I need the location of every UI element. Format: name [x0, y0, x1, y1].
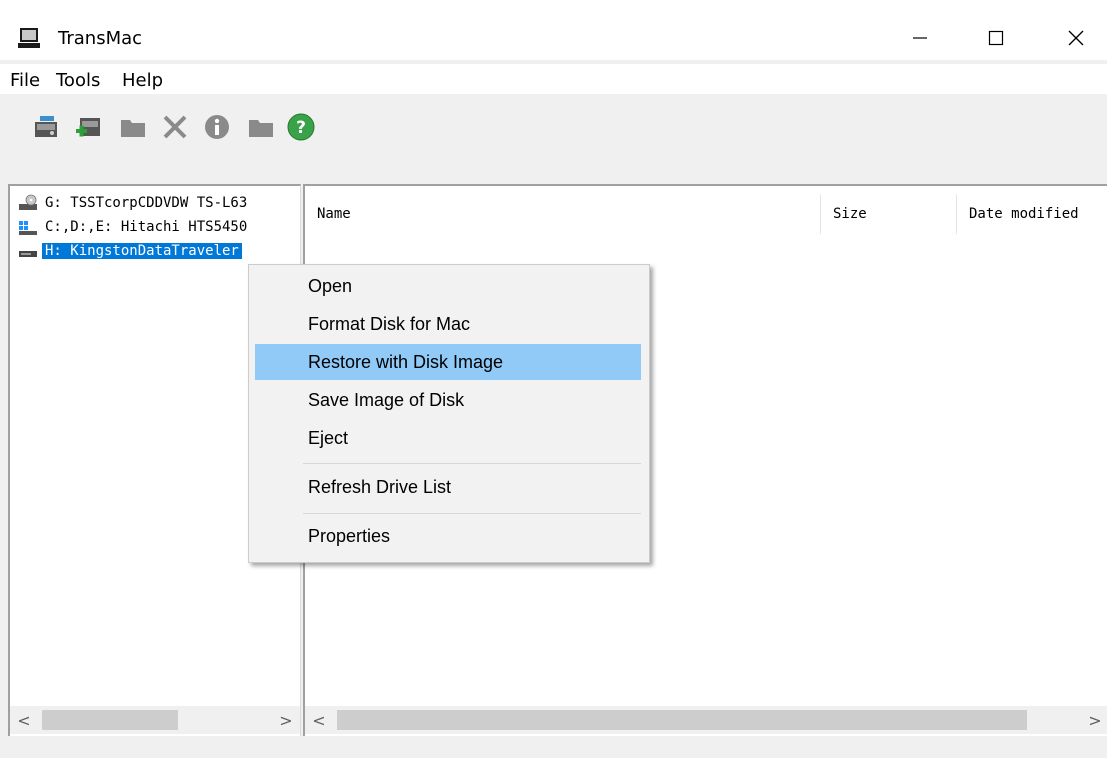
maximize-button[interactable] [966, 18, 1026, 58]
info-icon [205, 115, 229, 139]
help-button[interactable]: ? [284, 110, 318, 144]
delete-icon [163, 115, 187, 139]
context-menu: Open Format Disk for Mac Restore with Di… [248, 264, 650, 563]
menu-item-open[interactable]: Open [255, 268, 641, 304]
menu-item-properties[interactable]: Properties [255, 518, 641, 554]
minimize-button[interactable] [890, 18, 950, 58]
status-bar [0, 736, 1107, 758]
column-size-header[interactable]: Size [821, 194, 957, 234]
new-folder-icon [249, 120, 273, 137]
open-disk-icon [35, 116, 57, 137]
scrollbar-thumb[interactable] [42, 710, 178, 730]
close-button[interactable] [1046, 18, 1106, 58]
help-icon: ? [287, 113, 315, 141]
window-title: TransMac [58, 28, 143, 49]
menu-separator [303, 513, 641, 514]
delete-button[interactable] [158, 110, 192, 144]
transmac-window: TransMac File Tools Help ? G: TSSTcorpCD… [0, 0, 1107, 758]
new-disk-image-button[interactable] [72, 110, 106, 144]
usb-drive-icon [19, 251, 37, 257]
drive-label: G: TSSTcorpCDDVDW TS-L63 [45, 195, 248, 211]
left-horizontal-scrollbar[interactable]: < > [10, 706, 300, 734]
open-disk-button[interactable] [30, 110, 64, 144]
menu-item-refresh-drive-list[interactable]: Refresh Drive List [255, 469, 641, 505]
close-icon [1068, 30, 1084, 46]
menu-item-restore-disk-image[interactable]: Restore with Disk Image [255, 344, 641, 380]
app-icon [18, 28, 40, 48]
drive-label: C:,D:,E: Hitachi HTS5450 [45, 219, 248, 235]
scroll-right-arrow[interactable]: > [1081, 706, 1107, 734]
scroll-right-arrow[interactable]: > [272, 706, 300, 734]
info-button[interactable] [200, 110, 234, 144]
optical-drive-icon [19, 194, 37, 210]
new-disk-image-icon [76, 118, 100, 137]
drive-label: H: KingstonDataTraveler [42, 243, 242, 259]
menu-tools[interactable]: Tools [56, 70, 100, 91]
drive-item-g[interactable]: G: TSSTcorpCDDVDW TS-L63 [18, 192, 250, 214]
menu-help[interactable]: Help [122, 70, 163, 91]
drive-item-h[interactable]: H: KingstonDataTraveler [18, 240, 242, 262]
column-header-row: Name Size Date modified [305, 194, 1107, 234]
toolbar: ? [0, 100, 1107, 184]
scroll-left-arrow[interactable]: < [305, 706, 333, 734]
menu-item-format-disk[interactable]: Format Disk for Mac [255, 306, 641, 342]
menu-item-save-image[interactable]: Save Image of Disk [255, 382, 641, 418]
folder-icon [121, 120, 145, 137]
svg-text:?: ? [296, 118, 306, 138]
column-date-header[interactable]: Date modified [957, 194, 1107, 234]
column-name-header[interactable]: Name [305, 194, 821, 234]
drive-item-c[interactable]: C:,D:,E: Hitachi HTS5450 [18, 216, 250, 238]
folder-button[interactable] [116, 110, 150, 144]
windows-drive-icon [19, 221, 37, 235]
menu-separator [303, 463, 641, 464]
scroll-left-arrow[interactable]: < [10, 706, 38, 734]
right-horizontal-scrollbar[interactable]: < > [305, 706, 1107, 734]
scrollbar-thumb[interactable] [337, 710, 1027, 730]
title-bar: TransMac [0, 0, 1107, 60]
new-folder-button[interactable] [244, 110, 278, 144]
menu-bar: File Tools Help [0, 64, 1107, 94]
minimize-icon [913, 37, 927, 39]
menu-item-eject[interactable]: Eject [255, 420, 641, 456]
maximize-icon [988, 30, 1004, 46]
menu-file[interactable]: File [10, 70, 40, 91]
